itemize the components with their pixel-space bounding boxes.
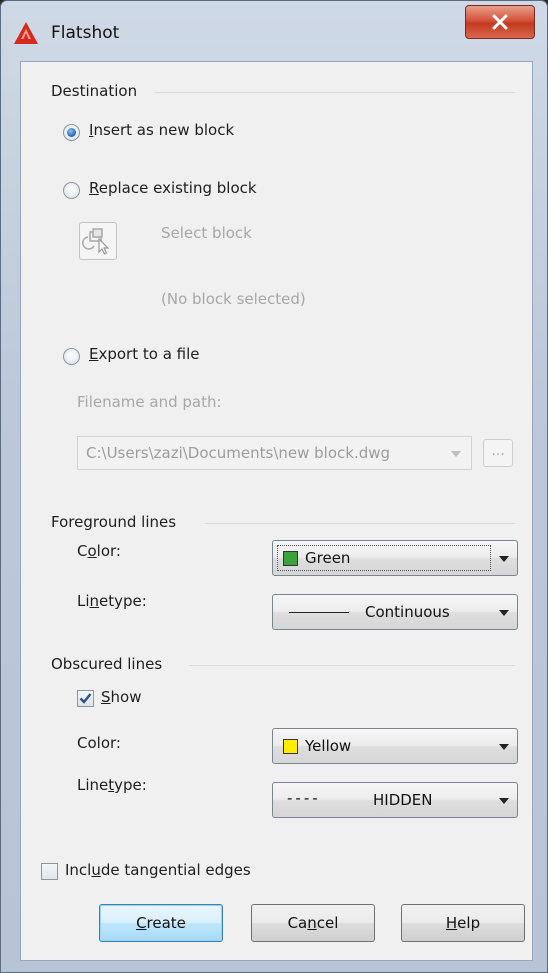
obscured-divider: [189, 665, 515, 666]
obscured-linetype-dropdown[interactable]: ---- HIDDEN: [272, 782, 518, 818]
help-button[interactable]: Help: [401, 904, 525, 942]
checkmark-icon: [79, 693, 92, 704]
foreground-color-dropdown[interactable]: Green: [272, 540, 518, 576]
foreground-color-label: Color:: [77, 542, 121, 560]
foreground-divider: [205, 523, 515, 524]
filename-path-combobox[interactable]: C:\Users\zazi\Documents\new block.dwg: [77, 436, 472, 470]
chevron-down-icon: [499, 798, 509, 804]
autocad-logo-icon: [14, 22, 38, 44]
export-to-file-radio[interactable]: [63, 348, 80, 365]
obscured-color-label: Color:: [77, 734, 121, 752]
foreground-linetype-value: Continuous: [365, 603, 450, 621]
yellow-swatch-icon: [283, 739, 298, 754]
chevron-down-icon: [499, 556, 509, 562]
obscured-linetype-value: HIDDEN: [373, 791, 433, 809]
chevron-down-icon: [499, 744, 509, 750]
replace-existing-block-radio[interactable]: [63, 182, 80, 199]
foreground-linetype-dropdown[interactable]: Continuous: [272, 594, 518, 630]
hidden-line-sample: ----: [287, 789, 321, 807]
chevron-down-icon: [499, 610, 509, 616]
select-block-label: Select block: [161, 224, 252, 242]
export-to-file-label[interactable]: Export to a file: [89, 345, 200, 363]
flatshot-dialog: Flatshot Destination Insert as new block…: [0, 0, 548, 973]
continuous-line-sample: [289, 612, 349, 613]
obscured-color-dropdown[interactable]: Yellow: [272, 728, 518, 764]
window-title: Flatshot: [51, 23, 120, 43]
title-bar[interactable]: Flatshot: [1, 1, 547, 57]
filename-path-value: C:\Users\zazi\Documents\new block.dwg: [86, 444, 391, 462]
chevron-down-icon: [451, 451, 461, 457]
filename-path-label: Filename and path:: [77, 393, 222, 411]
close-icon: [492, 14, 508, 30]
close-button[interactable]: [465, 5, 535, 39]
show-obscured-label[interactable]: Show: [101, 688, 141, 706]
foreground-lines-heading: Foreground lines: [51, 513, 177, 531]
destination-divider: [155, 92, 515, 93]
show-obscured-checkbox[interactable]: [77, 690, 94, 707]
foreground-color-value: Green: [305, 549, 351, 567]
obscured-color-value: Yellow: [305, 737, 352, 755]
pick-cursor-icon: [82, 228, 110, 255]
cancel-button[interactable]: Cancel: [251, 904, 375, 942]
no-block-selected-text: (No block selected): [161, 290, 306, 308]
create-button[interactable]: Create: [99, 904, 223, 942]
destination-heading: Destination: [51, 82, 138, 100]
obscured-linetype-label: Linetype:: [77, 776, 147, 794]
select-block-button[interactable]: [79, 222, 117, 260]
insert-as-new-block-label[interactable]: Insert as new block: [89, 121, 234, 139]
insert-as-new-block-radio[interactable]: [63, 124, 80, 141]
replace-existing-block-label[interactable]: Replace existing block: [89, 179, 257, 197]
browse-button[interactable]: ...: [483, 439, 513, 467]
include-tangential-edges-label[interactable]: Include tangential edges: [65, 861, 251, 879]
obscured-lines-heading: Obscured lines: [51, 655, 163, 673]
green-swatch-icon: [283, 551, 298, 566]
foreground-linetype-label: Linetype:: [77, 592, 147, 610]
dialog-body: Destination Insert as new block Replace …: [20, 61, 533, 961]
include-tangential-edges-checkbox[interactable]: [41, 863, 58, 880]
